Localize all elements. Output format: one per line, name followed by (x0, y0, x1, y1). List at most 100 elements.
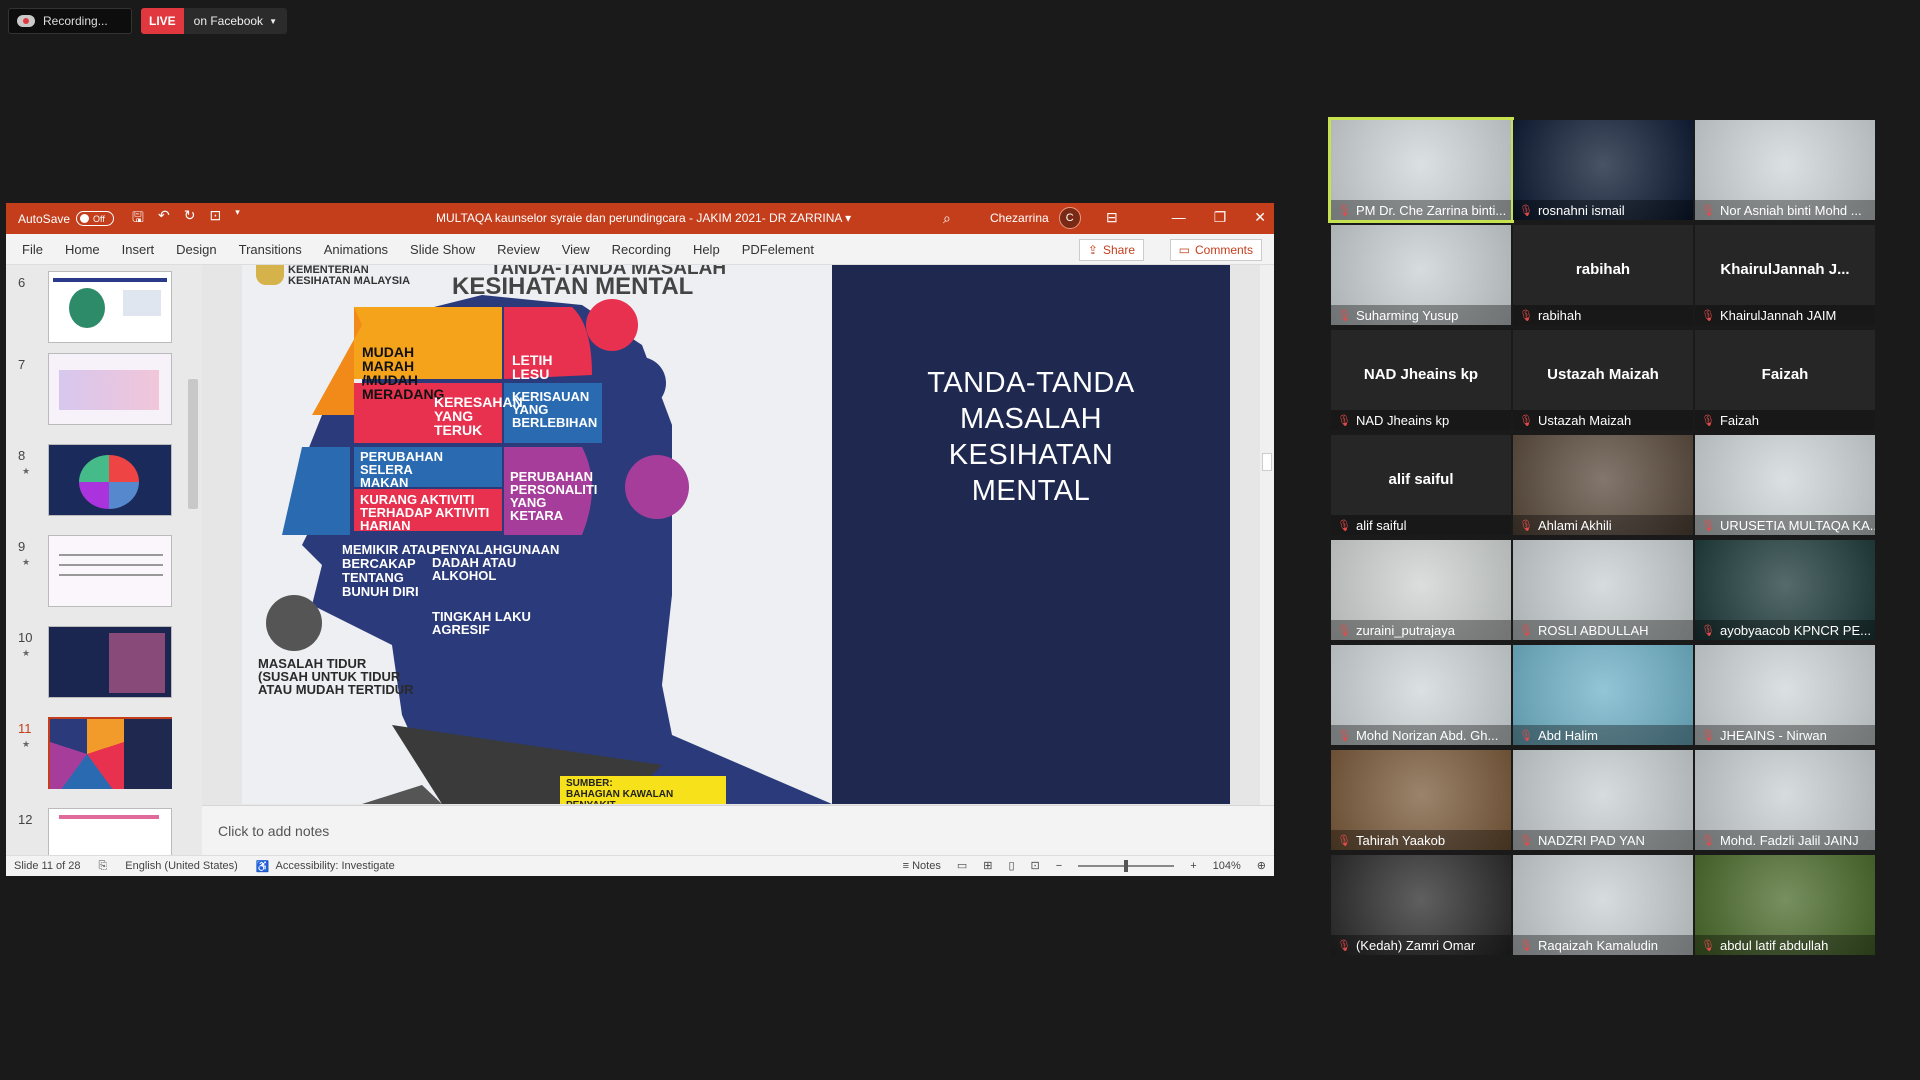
autosave-state: Off (93, 213, 105, 224)
slide-thumbnail[interactable]: 9 ★ (14, 535, 194, 615)
thumbnail-scrollbar[interactable] (188, 269, 198, 849)
participant-name-bar: 🎙 Faizah (1695, 410, 1875, 430)
customize-toolbar-icon[interactable]: ▾ (235, 207, 240, 231)
participant-tile[interactable]: 🎙 (Kedah) Zamri Omar (1331, 855, 1511, 955)
participant-tile[interactable]: Ustazah Maizah 🎙 Ustazah Maizah (1513, 330, 1693, 430)
scrollbar-thumb[interactable] (1262, 453, 1272, 471)
fit-to-window-icon[interactable]: ⊕ (1257, 859, 1266, 872)
ribbon-display-icon[interactable]: ⊟ (1106, 209, 1118, 226)
share-button[interactable]: ⇪ Share (1078, 239, 1144, 261)
status-bar: Slide 11 of 28 ⎘ English (United States)… (6, 855, 1274, 876)
participant-tile[interactable]: 🎙 Mohd Norizan Abd. Gh... (1331, 645, 1511, 745)
tab-file[interactable]: File (22, 242, 43, 257)
zoom-out-icon[interactable]: − (1056, 860, 1062, 872)
tab-insert[interactable]: Insert (122, 242, 155, 257)
zoom-level[interactable]: 104% (1213, 860, 1241, 872)
slideshow-icon[interactable]: ⊡ (1031, 859, 1040, 872)
normal-view-icon[interactable]: ▭ (957, 859, 967, 872)
avatar[interactable]: C (1058, 207, 1081, 229)
sign-tidur: MASALAH TIDUR (SUSAH UNTUK TIDUR ATAU MU… (258, 656, 414, 697)
sign-letih-lesu: LETIH LESU (512, 352, 553, 382)
participant-display-name: NAD Jheains kp (1363, 366, 1479, 383)
autosave-toggle[interactable]: AutoSave Off (18, 211, 115, 226)
current-slide[interactable]: KEMENTERIAN KESIHATAN MALAYSIA TANDA-TAN… (242, 265, 1230, 804)
slide-thumbnail[interactable]: 12 (14, 808, 194, 855)
language-indicator[interactable]: English (United States) (125, 860, 238, 872)
participant-tile[interactable]: 🎙 Abd Halim (1513, 645, 1693, 745)
search-icon[interactable]: ⌕ (943, 210, 951, 227)
participant-tile[interactable]: 🎙 rosnahni ismail (1513, 120, 1693, 220)
participant-name-bar: 🎙 rabihah (1513, 305, 1693, 325)
accessibility-checker[interactable]: ♿ Accessibility: Investigate (256, 860, 395, 873)
slide-thumbnail[interactable]: 10 ★ (14, 626, 194, 706)
participant-name: rosnahni ismail (1537, 202, 1625, 218)
tab-design[interactable]: Design (176, 242, 216, 257)
editor-scrollbar[interactable] (1260, 265, 1274, 805)
participant-tile[interactable]: 🎙 abdul latif abdullah (1695, 855, 1875, 955)
tab-view[interactable]: View (562, 242, 590, 257)
tab-recording[interactable]: Recording (612, 242, 671, 257)
participant-tile[interactable]: 🎙 URUSETIA MULTAQA KA... (1695, 435, 1875, 535)
title-line: MASALAH (959, 403, 1103, 435)
participant-tile[interactable]: 🎙 NADZRI PAD YAN (1513, 750, 1693, 850)
restore-icon[interactable]: ❐ (1214, 209, 1227, 226)
muted-mic-icon: 🎙 (1519, 939, 1533, 952)
participant-tile[interactable]: alif saiful 🎙 alif saiful (1331, 435, 1511, 535)
tab-slide-show[interactable]: Slide Show (410, 242, 475, 257)
notes-pane[interactable]: Click to add notes (202, 805, 1274, 855)
slide-title-panel: TANDA-TANDA MASALAH KESIHATAN MENTAL (832, 265, 1230, 804)
participant-tile[interactable]: 🎙 Tahirah Yaakob (1331, 750, 1511, 850)
tab-pdfelement[interactable]: PDFelement (742, 242, 814, 257)
participant-tile[interactable]: KhairulJannah J... 🎙 KhairulJannah JAIM (1695, 225, 1875, 325)
user-account[interactable]: Chezarrina C (990, 207, 1081, 229)
participant-tile[interactable]: 🎙 Ahlami Akhili (1513, 435, 1693, 535)
participant-name: KhairulJannah JAIM (1719, 307, 1837, 323)
participant-display-name: KhairulJannah J... (1720, 261, 1850, 278)
slide-thumbnail[interactable]: 6 (14, 271, 194, 351)
close-icon[interactable]: ✕ (1254, 209, 1266, 226)
tab-review[interactable]: Review (497, 242, 540, 257)
save-icon[interactable]: 🖫 (132, 207, 144, 231)
participant-name-bar: 🎙 Raqaizah Kamaludin (1513, 935, 1693, 955)
redo-icon[interactable]: ↻ (184, 207, 196, 231)
zoom-in-icon[interactable]: + (1190, 860, 1196, 872)
live-destination-dropdown[interactable]: on Facebook ▼ (183, 8, 287, 34)
slide-thumbnail[interactable]: 8 ★ (14, 444, 194, 524)
reading-view-icon[interactable]: ▯ (1008, 859, 1014, 872)
participant-tile[interactable]: Faizah 🎙 Faizah (1695, 330, 1875, 430)
participant-tile[interactable]: 🎙 ayobyaacob KPNCR PE... (1695, 540, 1875, 640)
tab-help[interactable]: Help (693, 242, 720, 257)
participant-tile[interactable]: 🎙 JHEAINS - Nirwan (1695, 645, 1875, 745)
participant-tile[interactable]: NAD Jheains kp 🎙 NAD Jheains kp (1331, 330, 1511, 430)
live-stream-control[interactable]: LIVE on Facebook ▼ (141, 8, 287, 34)
participant-tile[interactable]: 🎙 Suharming Yusup (1331, 225, 1511, 325)
comments-button[interactable]: ▭ Comments (1169, 239, 1262, 261)
animation-star-icon: ★ (22, 648, 31, 658)
participant-name-bar: 🎙 zuraini_putrajaya (1331, 620, 1511, 640)
participant-tile[interactable]: 🎙 Nor Asniah binti Mohd ... (1695, 120, 1875, 220)
tab-transitions[interactable]: Transitions (239, 242, 302, 257)
slide-thumbnail-selected[interactable]: 11 ★ (14, 717, 194, 797)
tab-home[interactable]: Home (65, 242, 100, 257)
undo-icon[interactable]: ↶ (158, 207, 170, 231)
present-icon[interactable]: ⊡ (209, 207, 221, 231)
participant-tile[interactable]: 🎙 Raqaizah Kamaludin (1513, 855, 1693, 955)
slide-sorter-icon[interactable]: ⊞ (983, 859, 992, 872)
document-title[interactable]: MULTAQA kaunselor syraie dan perundingca… (436, 211, 851, 225)
participant-tile[interactable]: 🎙 zuraini_putrajaya (1331, 540, 1511, 640)
scrollbar-thumb[interactable] (188, 379, 198, 509)
participant-tile[interactable]: 🎙 PM Dr. Che Zarrina binti... (1328, 117, 1514, 223)
minimize-icon[interactable]: — (1172, 209, 1186, 226)
slide-thumbnail[interactable]: 7 (14, 353, 194, 433)
notes-toggle[interactable]: ≡ Notes (903, 860, 941, 872)
participant-tile[interactable]: rabihah 🎙 rabihah (1513, 225, 1693, 325)
spellcheck-icon[interactable]: ⎘ (98, 860, 107, 873)
source-label: SUMBER: (566, 778, 613, 789)
tab-animations[interactable]: Animations (324, 242, 388, 257)
participant-tile[interactable]: 🎙 ROSLI ABDULLAH (1513, 540, 1693, 640)
autosave-switch[interactable]: Off (76, 211, 115, 226)
recording-indicator[interactable]: Recording... (8, 8, 132, 34)
zoom-slider[interactable] (1078, 859, 1175, 872)
comment-icon: ▭ (1178, 243, 1190, 257)
participant-tile[interactable]: 🎙 Mohd. Fadzli Jalil JAINJ (1695, 750, 1875, 850)
